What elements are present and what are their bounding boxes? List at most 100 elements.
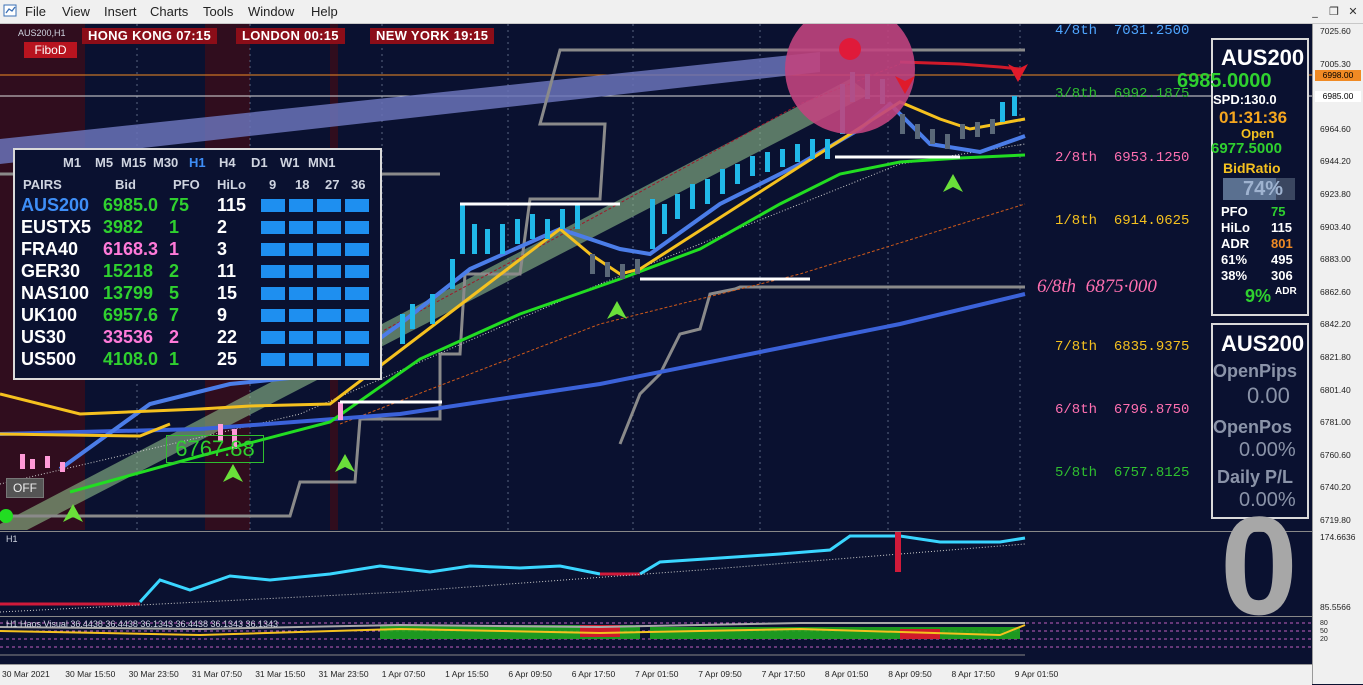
fib-value: 6796.8750 bbox=[1113, 402, 1190, 418]
menu-bar: File View Insert Charts Tools Window Hel… bbox=[0, 0, 1363, 24]
pair-hilo: 3 bbox=[217, 239, 228, 259]
col-36: 36 bbox=[351, 177, 366, 192]
axis-price-label: 6781.00 bbox=[1320, 417, 1351, 428]
pair-row[interactable]: UK100 6957.6 7 9 bbox=[21, 305, 376, 327]
fib-name: 6/8th bbox=[1037, 276, 1077, 297]
time-label: 7 Apr 09:50 bbox=[698, 669, 742, 679]
pair-hilo: 11 bbox=[217, 261, 237, 281]
fib-level-5-8: 5/8th 6757.8125 bbox=[1055, 465, 1189, 481]
strength-bar bbox=[317, 221, 341, 234]
fib-value: 6875·000 bbox=[1085, 276, 1157, 297]
pair-row[interactable]: GER30 15218 2 11 bbox=[21, 261, 376, 283]
time-label: 30 Mar 23:50 bbox=[128, 669, 179, 679]
time-label: 6 Apr 17:50 bbox=[571, 669, 616, 679]
axis-price-label: 6883.00 bbox=[1320, 254, 1351, 265]
tf-m1[interactable]: M1 bbox=[63, 155, 81, 170]
indicator-panel-1[interactable]: H1 0 bbox=[0, 496, 1312, 636]
stat-value: 495 bbox=[1271, 252, 1293, 267]
bid-ratio-value: 74% bbox=[1243, 178, 1284, 200]
strength-bar bbox=[317, 199, 341, 212]
off-button[interactable]: OFF bbox=[6, 478, 44, 498]
strength-bar bbox=[289, 353, 313, 366]
strength-bar bbox=[289, 265, 313, 278]
tf-h4[interactable]: H4 bbox=[219, 155, 236, 170]
time-label: 9 Apr 01:50 bbox=[1014, 669, 1059, 679]
fib-name: 2/8th bbox=[1055, 150, 1098, 166]
axis-price-label: 6740.20 bbox=[1320, 482, 1351, 493]
strength-bar bbox=[317, 287, 341, 300]
tf-m15[interactable]: M15 bbox=[121, 155, 146, 170]
pair-row[interactable]: US30 33536 2 22 bbox=[21, 327, 376, 349]
strength-bar bbox=[345, 221, 369, 234]
bid-price-tag: 6985.00 bbox=[1315, 91, 1361, 102]
tf-m5[interactable]: M5 bbox=[95, 155, 113, 170]
pair-row[interactable]: US500 4108.0 1 25 bbox=[21, 349, 376, 371]
strength-bar bbox=[317, 353, 341, 366]
tf-w1[interactable]: W1 bbox=[280, 155, 300, 170]
fib-level-1-8: 1/8th 6914.0625 bbox=[1055, 213, 1189, 229]
menu-view[interactable]: View bbox=[62, 4, 90, 19]
pair-pfo: 7 bbox=[169, 305, 180, 325]
fib-value: 6835.9375 bbox=[1113, 339, 1190, 355]
tf-d1[interactable]: D1 bbox=[251, 155, 268, 170]
axis-price-label: 6923.80 bbox=[1320, 189, 1351, 199]
info-open-value: 6977.5000 bbox=[1211, 140, 1282, 157]
time-label: 1 Apr 15:50 bbox=[445, 669, 489, 679]
price-axis[interactable]: 7025.60 7005.30 6985.00 6964.60 6944.20 6923.… bbox=[1312, 24, 1363, 684]
minimize-button[interactable]: _ bbox=[1306, 4, 1324, 19]
strength-bar bbox=[289, 309, 313, 322]
axis-price-label: 6801.40 bbox=[1320, 384, 1351, 395]
tf-h1[interactable]: H1 bbox=[189, 155, 206, 170]
pair-hilo: 2 bbox=[217, 217, 228, 237]
pair-name: NAS100 bbox=[21, 283, 90, 303]
pair-pfo: 2 bbox=[169, 261, 180, 281]
restore-button[interactable]: ❐ bbox=[1325, 4, 1343, 19]
menu-help[interactable]: Help bbox=[311, 4, 338, 19]
stat-value: 115 bbox=[1271, 220, 1292, 235]
pair-pfo: 5 bbox=[169, 283, 180, 303]
menu-tools[interactable]: Tools bbox=[203, 4, 233, 19]
tf-mn1[interactable]: MN1 bbox=[308, 155, 335, 170]
strength-bar bbox=[317, 265, 341, 278]
pair-bid: 3982 bbox=[103, 217, 144, 237]
stat-value: 801 bbox=[1271, 236, 1293, 251]
time-label: 31 Mar 07:50 bbox=[191, 669, 242, 679]
pair-hilo: 25 bbox=[217, 349, 238, 369]
fibod-button[interactable]: FiboD bbox=[24, 42, 77, 58]
pair-row[interactable]: FRA40 6168.3 1 3 bbox=[21, 239, 376, 261]
stat-label: PFO bbox=[1221, 204, 1248, 219]
info-symbol: AUS200 bbox=[1221, 45, 1305, 70]
pair-row[interactable]: NAS100 13799 5 15 bbox=[21, 283, 376, 305]
indicator-panel-2[interactable]: H1 Haos Visual 36.4438 36.4438 36.1343 3… bbox=[0, 616, 1312, 665]
strength-bar bbox=[289, 199, 313, 212]
fib-value: 7031.2500 bbox=[1113, 23, 1190, 39]
stat-label: 61% bbox=[1221, 252, 1248, 267]
time-axis[interactable]: 30 Mar 2021 30 Mar 15:50 30 Mar 23:50 31 Ma… bbox=[0, 664, 1312, 685]
menu-charts[interactable]: Charts bbox=[150, 4, 188, 19]
menu-insert[interactable]: Insert bbox=[104, 4, 137, 19]
fib-level-2-8: 2/8th 6953.1250 bbox=[1055, 150, 1189, 166]
time-label: 31 Mar 23:50 bbox=[318, 669, 369, 679]
pair-name: GER30 bbox=[21, 261, 81, 281]
pair-row[interactable]: AUS200 6985.0 75 115 bbox=[21, 195, 376, 217]
pairs-panel: M1 M5 M15 M30 H1 H4 D1 W1 MN1 PAIRS Bid … bbox=[13, 148, 382, 380]
fib-name: 5/8th bbox=[1055, 465, 1098, 481]
stat-value: 75 bbox=[1271, 204, 1286, 219]
axis-price-label: 6944.20 bbox=[1320, 156, 1351, 167]
pair-row[interactable]: EUSTX5 3982 1 2 bbox=[21, 217, 376, 239]
strength-bar bbox=[345, 309, 369, 322]
time-label: 6 Apr 09:50 bbox=[508, 669, 552, 679]
menu-file[interactable]: File bbox=[25, 4, 46, 19]
menu-window[interactable]: Window bbox=[248, 4, 294, 19]
info-open-label: Open bbox=[1241, 126, 1275, 141]
pair-pfo: 1 bbox=[169, 217, 180, 237]
pos-symbol: AUS200 bbox=[1221, 331, 1305, 356]
axis-price-label: 6821.80 bbox=[1320, 352, 1351, 362]
tf-m30[interactable]: M30 bbox=[153, 155, 178, 170]
fib-value: 6953.1250 bbox=[1113, 150, 1190, 166]
pair-hilo: 22 bbox=[217, 327, 238, 347]
close-button[interactable]: ✕ bbox=[1344, 4, 1362, 19]
strength-bar bbox=[289, 221, 313, 234]
strength-bar bbox=[289, 243, 313, 256]
pair-bid: 33536 bbox=[103, 327, 154, 347]
